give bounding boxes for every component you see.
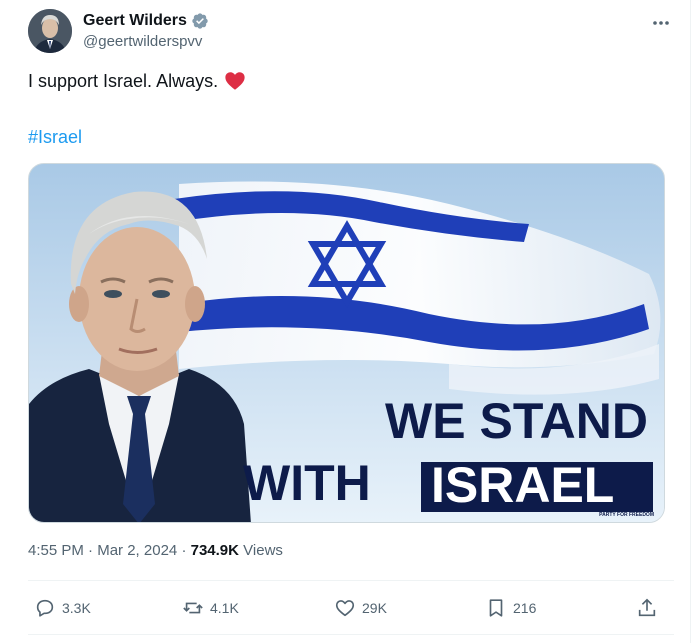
display-name[interactable]: Geert Wilders xyxy=(83,11,187,31)
share-button[interactable] xyxy=(636,588,658,628)
poster-headline-israel: ISRAEL xyxy=(431,457,615,513)
tweet-header: Geert Wilders @geertwilderspvv xyxy=(28,8,674,54)
more-options-button[interactable] xyxy=(646,8,676,38)
author-handle[interactable]: @geertwilderspvv xyxy=(83,32,209,52)
tweet-actions: 3.3K 4.1K 29K 216 xyxy=(28,588,665,628)
tweet-text-body: I support Israel. Always. xyxy=(28,71,219,91)
tweet-time[interactable]: 4:55 PM xyxy=(28,542,84,559)
like-count: 29K xyxy=(362,600,387,616)
bookmark-button[interactable]: 216 xyxy=(485,588,536,628)
repost-count: 4.1K xyxy=(210,600,239,616)
bookmark-icon xyxy=(489,599,503,617)
views-count: 734.9K xyxy=(190,542,239,559)
repost-icon xyxy=(183,602,203,614)
tweet-text: I support Israel. Always. xyxy=(28,68,246,94)
more-horizontal-icon xyxy=(653,21,669,25)
repost-button[interactable]: 4.1K xyxy=(182,588,239,628)
divider xyxy=(28,634,674,635)
divider xyxy=(28,580,674,581)
reply-count: 3.3K xyxy=(62,600,91,616)
reply-icon xyxy=(36,599,54,617)
verified-badge-icon[interactable] xyxy=(191,12,209,30)
views-label: Views xyxy=(243,542,283,559)
tweet-card: Geert Wilders @geertwilderspvv I support… xyxy=(0,0,691,643)
bookmark-count: 216 xyxy=(513,600,537,616)
like-button[interactable]: 29K xyxy=(334,588,387,628)
tweet-meta: 4:55 PM · Mar 2, 2024 · 734.9K Views xyxy=(28,541,283,561)
reply-button[interactable]: 3.3K xyxy=(34,588,91,628)
name-row: Geert Wilders xyxy=(83,11,209,31)
party-tag: PARTY FOR FREEDOM xyxy=(599,512,654,518)
poster-headline-line1: WE STAND xyxy=(385,393,648,449)
share-icon xyxy=(638,598,656,617)
meta-separator: · xyxy=(181,542,187,559)
tweet-date[interactable]: Mar 2, 2024 xyxy=(97,542,177,559)
author-names: Geert Wilders @geertwilderspvv xyxy=(83,11,209,52)
heart-icon xyxy=(335,600,355,617)
meta-separator: · xyxy=(88,542,94,559)
hashtag-link[interactable]: #Israel xyxy=(28,124,82,150)
poster-headline-with: WITH xyxy=(243,455,371,511)
red-heart-icon xyxy=(224,70,246,92)
avatar[interactable] xyxy=(28,9,72,53)
tweet-media-image[interactable]: WE STAND WITH ISRAEL PARTY FOR FREEDOM xyxy=(28,163,665,523)
